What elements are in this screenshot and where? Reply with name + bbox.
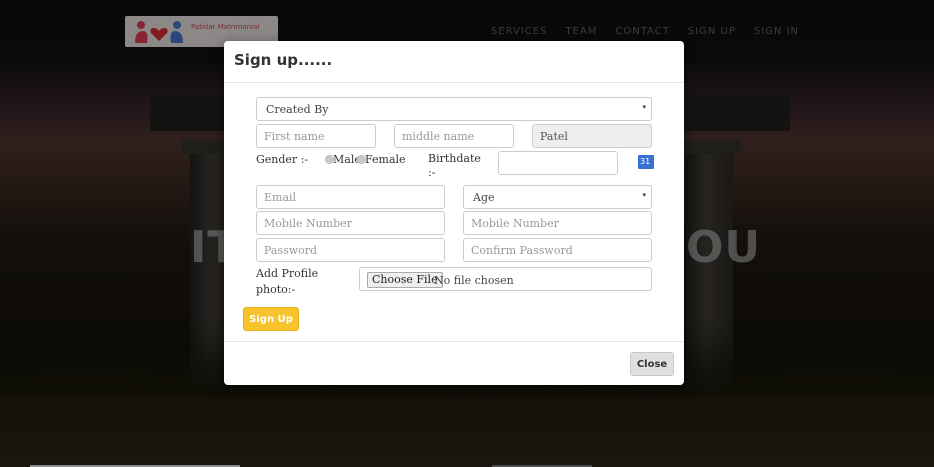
mobile-number-input[interactable] [256, 211, 445, 235]
chevron-down-icon: ▾ [642, 191, 646, 199]
modal-header: Sign up...... [224, 41, 684, 83]
birthdate-input[interactable] [498, 151, 618, 175]
close-button[interactable]: Close [630, 352, 674, 376]
gender-female-label: Female [365, 153, 406, 166]
choose-file-button[interactable]: Choose File [367, 272, 443, 288]
profile-photo-file-input: Choose File No file chosen [359, 267, 652, 291]
age-select-value: Age [473, 191, 495, 204]
birthdate-label-suffix: :- [428, 166, 436, 179]
gender-label: Gender :- [256, 153, 309, 166]
sign-up-button[interactable]: Sign Up [243, 307, 299, 331]
middle-name-input[interactable] [394, 124, 514, 148]
first-name-input[interactable] [256, 124, 376, 148]
file-status-text: No file chosen [434, 274, 514, 287]
confirm-password-input[interactable] [463, 238, 652, 262]
calendar-icon-number: 31 [640, 157, 651, 166]
created-by-value: Created By [266, 103, 329, 116]
modal-footer: Close [224, 341, 684, 386]
profile-photo-label: Add Profile [256, 267, 319, 280]
email-input[interactable] [256, 185, 445, 209]
last-name-input[interactable] [532, 124, 652, 148]
created-by-select[interactable]: Created By ▾ [256, 97, 652, 121]
calendar-icon[interactable]: 31 [638, 155, 654, 169]
mobile-number-input-2[interactable] [463, 211, 652, 235]
signup-modal: Sign up...... Created By ▾ Gender :- Mal… [224, 41, 684, 385]
age-select[interactable]: Age ▾ [463, 185, 652, 209]
password-input[interactable] [256, 238, 445, 262]
chevron-down-icon: ▾ [642, 103, 646, 111]
modal-title: Sign up...... [234, 51, 333, 69]
birthdate-label: Birthdate [428, 152, 481, 165]
profile-photo-label-suffix: photo:- [256, 283, 296, 296]
